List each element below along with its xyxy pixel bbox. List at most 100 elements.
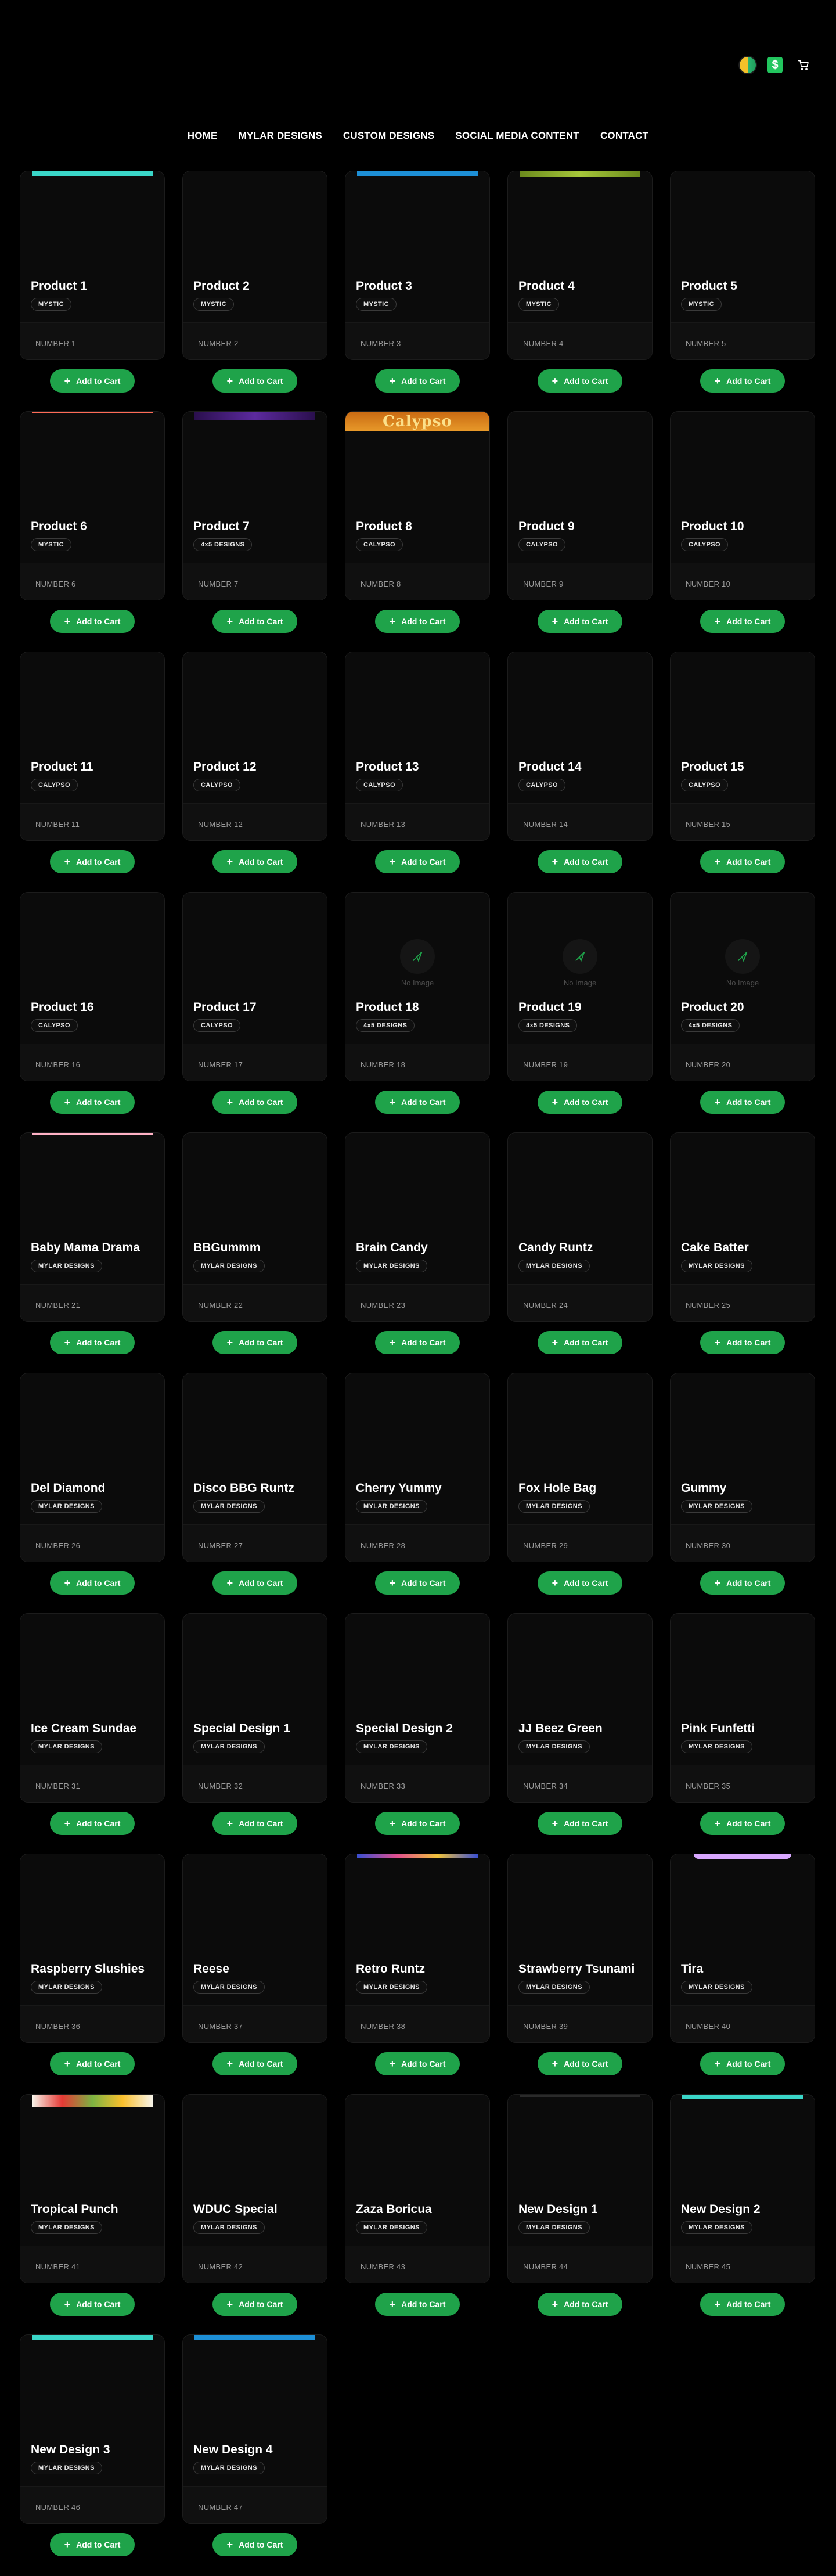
product-title[interactable]: Product 2 <box>193 279 321 293</box>
product-card[interactable]: Candy Runtz MYLAR DESIGNS NUMBER 24 <box>507 1132 653 1322</box>
product-title[interactable]: New Design 3 <box>31 2443 158 2457</box>
product-title[interactable]: Product 5 <box>681 279 809 293</box>
add-to-cart-button[interactable]: + Add to Cart <box>212 1091 297 1114</box>
add-to-cart-button[interactable]: + Add to Cart <box>50 369 135 393</box>
product-card[interactable]: Calypso Product 8 CALYPSO NUMBER 8 <box>345 411 490 600</box>
dollar-icon[interactable]: $ <box>767 57 783 73</box>
product-card[interactable]: Tira MYLAR DESIGNS NUMBER 40 <box>670 1854 815 2043</box>
add-to-cart-button[interactable]: + Add to Cart <box>212 369 297 393</box>
product-title[interactable]: JJ Beez Green <box>518 1722 646 1736</box>
add-to-cart-button[interactable]: + Add to Cart <box>700 2052 785 2075</box>
product-card[interactable]: Product 5 MYSTIC NUMBER 5 <box>670 171 815 360</box>
add-to-cart-button[interactable]: + Add to Cart <box>375 2052 460 2075</box>
product-card[interactable]: Zaza Boricua MYLAR DESIGNS NUMBER 43 <box>345 2094 490 2283</box>
product-title[interactable]: Tira <box>681 1962 809 1976</box>
product-card[interactable]: Product 13 CALYPSO NUMBER 13 <box>345 652 490 841</box>
product-card[interactable]: Product 15 CALYPSO NUMBER 15 <box>670 652 815 841</box>
product-title[interactable]: Cherry Yummy <box>356 1481 484 1495</box>
product-card[interactable]: No Image Product 20 4x5 DESIGNS NUMBER 20 <box>670 892 815 1081</box>
add-to-cart-button[interactable]: + Add to Cart <box>700 610 785 633</box>
product-title[interactable]: Disco BBG Runtz <box>193 1481 321 1495</box>
product-title[interactable]: Product 15 <box>681 760 809 774</box>
product-card[interactable]: JJ Beez Green MYLAR DESIGNS NUMBER 34 <box>507 1613 653 1803</box>
product-card[interactable]: New Design 2 MYLAR DESIGNS NUMBER 45 <box>670 2094 815 2283</box>
product-card[interactable]: Product 7 4x5 DESIGNS NUMBER 7 <box>182 411 327 600</box>
nav-item-social-media-content[interactable]: SOCIAL MEDIA CONTENT <box>455 130 579 142</box>
product-card[interactable]: Brain Candy MYLAR DESIGNS NUMBER 23 <box>345 1132 490 1322</box>
product-title[interactable]: Fox Hole Bag <box>518 1481 646 1495</box>
product-title[interactable]: Raspberry Slushies <box>31 1962 158 1976</box>
add-to-cart-button[interactable]: + Add to Cart <box>50 1812 135 1835</box>
product-title[interactable]: Ice Cream Sundae <box>31 1722 158 1736</box>
add-to-cart-button[interactable]: + Add to Cart <box>50 1571 135 1595</box>
product-title[interactable]: Pink Funfetti <box>681 1722 809 1736</box>
product-card[interactable]: Raspberry Slushies MYLAR DESIGNS NUMBER 36 <box>20 1854 165 2043</box>
product-title[interactable]: Retro Runtz <box>356 1962 484 1976</box>
product-title[interactable]: Candy Runtz <box>518 1241 646 1255</box>
add-to-cart-button[interactable]: + Add to Cart <box>212 2293 297 2316</box>
product-title[interactable]: Product 4 <box>518 279 646 293</box>
nav-item-custom-designs[interactable]: CUSTOM DESIGNS <box>343 130 434 142</box>
add-to-cart-button[interactable]: + Add to Cart <box>538 1812 622 1835</box>
product-title[interactable]: Product 9 <box>518 520 646 534</box>
product-card[interactable]: Product 9 CALYPSO NUMBER 9 <box>507 411 653 600</box>
add-to-cart-button[interactable]: + Add to Cart <box>50 2293 135 2316</box>
product-title[interactable]: Product 16 <box>31 1001 158 1014</box>
product-card[interactable]: Product 12 CALYPSO NUMBER 12 <box>182 652 327 841</box>
add-to-cart-button[interactable]: + Add to Cart <box>700 1331 785 1354</box>
product-title[interactable]: Strawberry Tsunami <box>518 1962 646 1976</box>
product-card[interactable]: Product 6 MYSTIC NUMBER 6 <box>20 411 165 600</box>
add-to-cart-button[interactable]: + Add to Cart <box>375 2293 460 2316</box>
product-card[interactable]: Strawberry Tsunami MYLAR DESIGNS NUMBER 39 <box>507 1854 653 2043</box>
add-to-cart-button[interactable]: + Add to Cart <box>212 2533 297 2556</box>
product-card[interactable]: Pink Funfetti MYLAR DESIGNS NUMBER 35 <box>670 1613 815 1803</box>
product-card[interactable]: Cherry Yummy MYLAR DESIGNS NUMBER 28 <box>345 1373 490 1562</box>
product-title[interactable]: Reese <box>193 1962 321 1976</box>
product-title[interactable]: Special Design 1 <box>193 1722 321 1736</box>
product-card[interactable]: Product 14 CALYPSO NUMBER 14 <box>507 652 653 841</box>
add-to-cart-button[interactable]: + Add to Cart <box>212 1812 297 1835</box>
product-card[interactable]: BBGummm MYLAR DESIGNS NUMBER 22 <box>182 1132 327 1322</box>
add-to-cart-button[interactable]: + Add to Cart <box>212 1571 297 1595</box>
add-to-cart-button[interactable]: + Add to Cart <box>375 1571 460 1595</box>
add-to-cart-button[interactable]: + Add to Cart <box>212 850 297 873</box>
product-card[interactable]: Product 4 MYSTIC NUMBER 4 <box>507 171 653 360</box>
product-title[interactable]: Product 3 <box>356 279 484 293</box>
product-title[interactable]: New Design 1 <box>518 2203 646 2217</box>
product-card[interactable]: Cake Batter MYLAR DESIGNS NUMBER 25 <box>670 1132 815 1322</box>
product-card[interactable]: Product 17 CALYPSO NUMBER 17 <box>182 892 327 1081</box>
add-to-cart-button[interactable]: + Add to Cart <box>538 1331 622 1354</box>
nav-item-contact[interactable]: CONTACT <box>600 130 648 142</box>
add-to-cart-button[interactable]: + Add to Cart <box>700 1571 785 1595</box>
add-to-cart-button[interactable]: + Add to Cart <box>538 610 622 633</box>
add-to-cart-button[interactable]: + Add to Cart <box>375 1331 460 1354</box>
product-card[interactable]: Reese MYLAR DESIGNS NUMBER 37 <box>182 1854 327 2043</box>
product-title[interactable]: Product 8 <box>356 520 484 534</box>
product-title[interactable]: Tropical Punch <box>31 2203 158 2217</box>
product-card[interactable]: Special Design 1 MYLAR DESIGNS NUMBER 32 <box>182 1613 327 1803</box>
product-title[interactable]: Del Diamond <box>31 1481 158 1495</box>
product-card[interactable]: New Design 1 MYLAR DESIGNS NUMBER 44 <box>507 2094 653 2283</box>
product-title[interactable]: Zaza Boricua <box>356 2203 484 2217</box>
product-card[interactable]: No Image Product 19 4x5 DESIGNS NUMBER 19 <box>507 892 653 1081</box>
product-title[interactable]: Product 6 <box>31 520 158 534</box>
product-card[interactable]: Tropical Punch MYLAR DESIGNS NUMBER 41 <box>20 2094 165 2283</box>
add-to-cart-button[interactable]: + Add to Cart <box>700 2293 785 2316</box>
add-to-cart-button[interactable]: + Add to Cart <box>700 369 785 393</box>
product-title[interactable]: Product 14 <box>518 760 646 774</box>
cart-icon[interactable] <box>798 59 809 71</box>
nav-item-mylar-designs[interactable]: MYLAR DESIGNS <box>239 130 322 142</box>
product-card[interactable]: Special Design 2 MYLAR DESIGNS NUMBER 33 <box>345 1613 490 1803</box>
add-to-cart-button[interactable]: + Add to Cart <box>212 1331 297 1354</box>
add-to-cart-button[interactable]: + Add to Cart <box>538 1091 622 1114</box>
product-title[interactable]: Product 12 <box>193 760 321 774</box>
product-title[interactable]: Gummy <box>681 1481 809 1495</box>
add-to-cart-button[interactable]: + Add to Cart <box>538 369 622 393</box>
product-title[interactable]: New Design 2 <box>681 2203 809 2217</box>
product-card[interactable]: New Design 4 MYLAR DESIGNS NUMBER 47 <box>182 2334 327 2524</box>
add-to-cart-button[interactable]: + Add to Cart <box>375 850 460 873</box>
add-to-cart-button[interactable]: + Add to Cart <box>538 2052 622 2075</box>
product-title[interactable]: BBGummm <box>193 1241 321 1255</box>
product-title[interactable]: Product 7 <box>193 520 321 534</box>
add-to-cart-button[interactable]: + Add to Cart <box>375 610 460 633</box>
